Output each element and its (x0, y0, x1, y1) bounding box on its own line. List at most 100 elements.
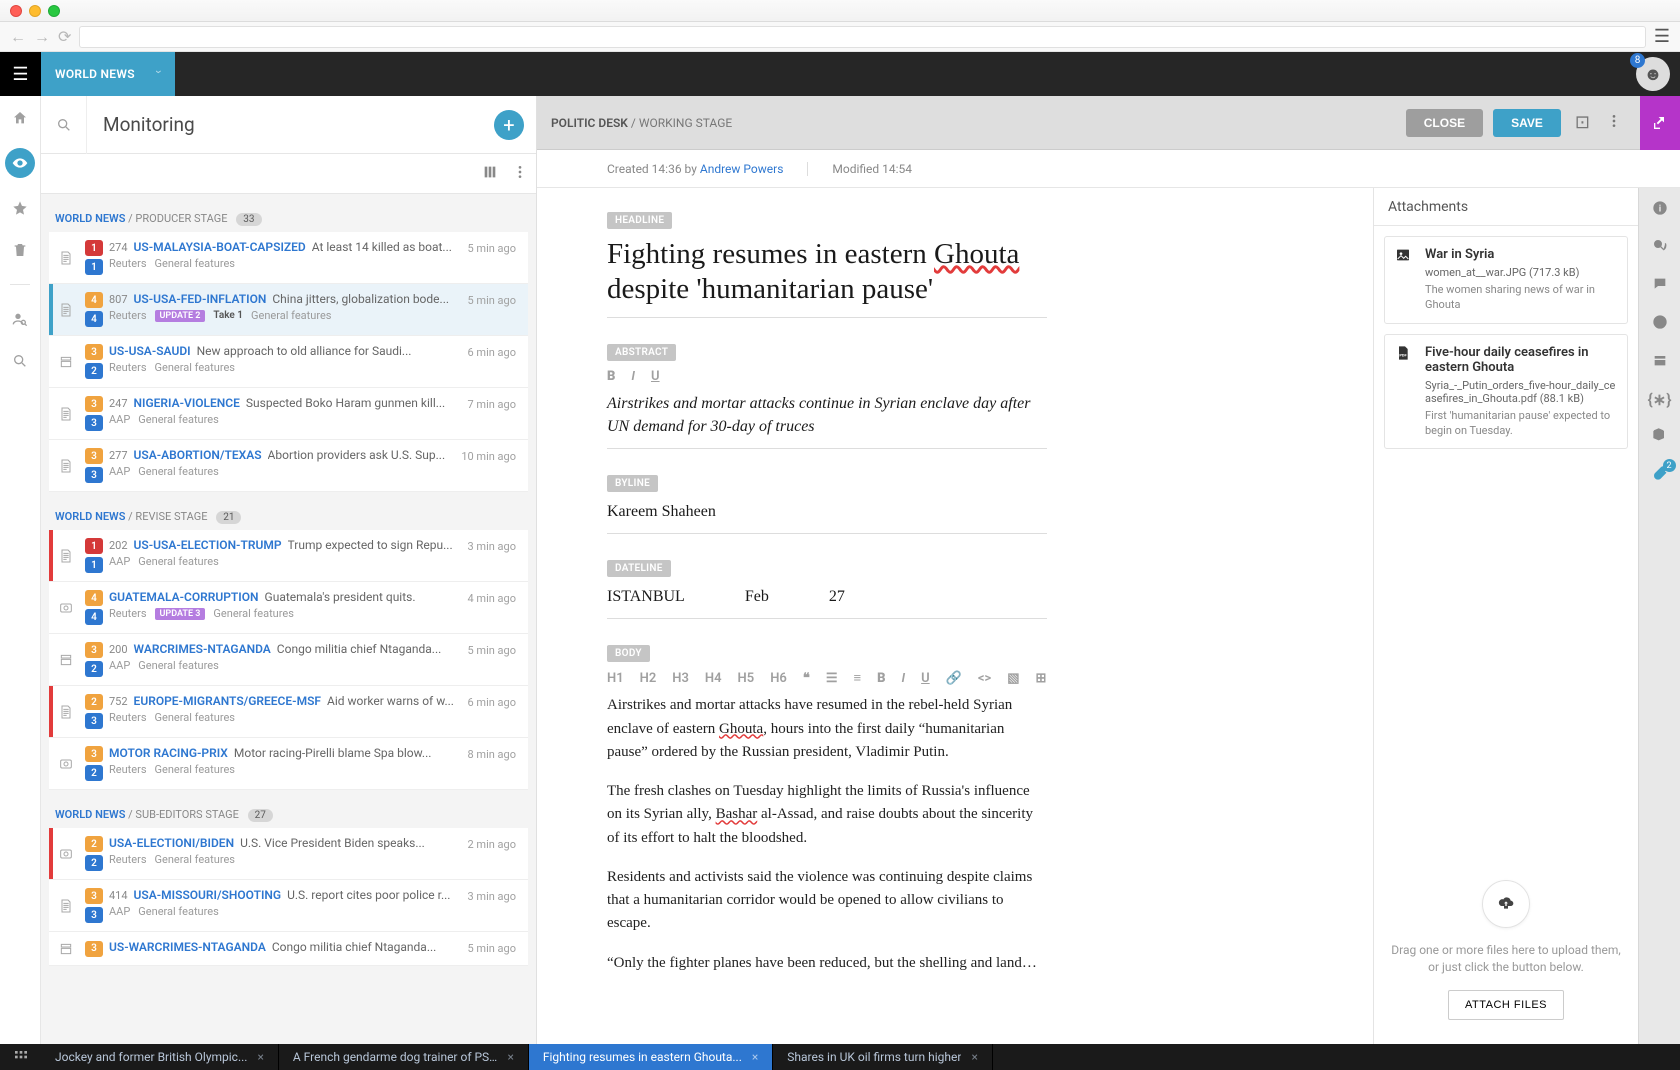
back-icon[interactable]: ← (10, 27, 26, 47)
workspace-tab[interactable]: Fighting resumes in eastern Ghouta...× (529, 1044, 773, 1070)
drop-message: Drag one or more files here to upload th… (1388, 942, 1624, 976)
item-type-icon (49, 686, 83, 737)
apps-icon[interactable] (0, 1044, 41, 1070)
link-icon[interactable]: 🔗 (946, 671, 962, 686)
macros-icon[interactable]: {∗} (1647, 390, 1671, 409)
underline2-icon[interactable]: U (921, 671, 930, 686)
editor-more-icon[interactable] (1602, 113, 1626, 133)
list-item[interactable]: 32 US-USA-SAUDINew approach to old allia… (49, 336, 528, 388)
close-window-icon[interactable] (10, 5, 22, 17)
list-item[interactable]: 22 USA-ELECTIONI/BIDENU.S. Vice Presiden… (49, 828, 528, 880)
attachment-filename: women_at__war.JPG (717.3 kB) (1425, 266, 1617, 279)
h6-icon[interactable]: H6 (770, 671, 787, 686)
save-button[interactable]: SAVE (1493, 109, 1561, 137)
monitoring-list[interactable]: WORLD NEWS / PRODUCER STAGE 33 11 274US-… (41, 194, 536, 1044)
user-avatar[interactable]: ☻ 8 (1636, 57, 1670, 91)
h4-icon[interactable]: H4 (705, 671, 722, 686)
find-replace-icon[interactable] (1652, 238, 1668, 258)
table-icon[interactable]: ⊞ (1036, 671, 1047, 686)
quote-icon[interactable]: ❝ (803, 671, 810, 686)
headline-input[interactable]: Fighting resumes in eastern Ghouta despi… (607, 237, 1047, 318)
h5-icon[interactable]: H5 (738, 671, 755, 686)
list-item[interactable]: 3 US-WARCRIMES-NTAGANDACongo militia chi… (49, 932, 528, 966)
italic2-icon[interactable]: I (901, 671, 905, 686)
h3-icon[interactable]: H3 (672, 671, 689, 686)
search-icon[interactable] (41, 96, 87, 154)
trash-icon[interactable] (8, 238, 32, 262)
headline-label: HEADLINE (607, 212, 672, 229)
reload-icon[interactable]: ⟳ (58, 27, 71, 46)
global-search-icon[interactable] (8, 349, 32, 373)
underline-icon[interactable]: U (651, 369, 660, 384)
list-item[interactable]: 33 414USA-MISSOURI/SHOOTINGU.S. report c… (49, 880, 528, 932)
close-tab-icon[interactable]: × (971, 1050, 977, 1064)
attach-files-button[interactable]: ATTACH FILES (1448, 990, 1564, 1020)
dateline-city[interactable]: ISTANBUL (607, 585, 685, 608)
user-search-icon[interactable] (8, 307, 32, 331)
home-icon[interactable] (8, 106, 32, 130)
list-item[interactable]: 32 200WARCRIMES-NTAGANDACongo militia ch… (49, 634, 528, 686)
dateline-day[interactable]: 27 (829, 585, 845, 608)
desk-selector[interactable]: WORLD NEWS (41, 52, 175, 96)
columns-icon[interactable] (482, 164, 498, 184)
close-tab-icon[interactable]: × (752, 1050, 758, 1064)
list-item[interactable]: 33 277USA-ABORTION/TEXASAbortion provide… (49, 440, 528, 492)
list-item[interactable]: 11 202US-USA-ELECTION-TRUMPTrump expecte… (49, 530, 528, 582)
forward-icon[interactable]: → (34, 27, 50, 47)
h2-icon[interactable]: H2 (640, 671, 657, 686)
package-icon[interactable] (1652, 352, 1668, 372)
list-item[interactable]: 11 274US-MALAYSIA-BOAT-CAPSIZEDAt least … (49, 232, 528, 284)
upload-cloud-icon[interactable] (1482, 880, 1530, 928)
attachments-count-badge: 2 (1663, 459, 1676, 472)
minimize-window-icon[interactable] (29, 5, 41, 17)
close-tab-icon[interactable]: × (507, 1050, 513, 1064)
italic-icon[interactable]: I (631, 369, 635, 384)
list-item[interactable]: 33 247NIGERIA-VIOLENCESuspected Boko Har… (49, 388, 528, 440)
workspace-tab[interactable]: Jockey and former British Olympic...× (41, 1044, 279, 1070)
maximize-window-icon[interactable] (48, 5, 60, 17)
item-time: 5 min ago (458, 932, 528, 965)
code-icon[interactable]: <> (978, 671, 991, 686)
dateline-month[interactable]: Feb (745, 585, 769, 608)
attachment-item[interactable]: PDF Five-hour daily ceasefires in easter… (1384, 334, 1628, 450)
send-button[interactable] (1640, 96, 1680, 150)
list-item[interactable]: 44 807US-USA-FED-INFLATIONChina jitters,… (49, 284, 528, 336)
workspace-tab[interactable]: Shares in UK oil firms turn higher× (773, 1044, 993, 1070)
close-tab-icon[interactable]: × (257, 1050, 263, 1064)
url-bar[interactable] (79, 26, 1645, 48)
monitoring-icon[interactable] (5, 148, 35, 178)
item-time: 5 min ago (458, 284, 528, 335)
image-icon[interactable]: ▧ (1007, 671, 1019, 686)
browser-menu-icon[interactable]: ☰ (1654, 26, 1670, 47)
list-item[interactable]: 23 752EUROPE-MIGRANTS/GREECE-MSFAid work… (49, 686, 528, 738)
add-button[interactable]: + (494, 110, 524, 140)
olist-icon[interactable]: ≡ (853, 670, 861, 686)
star-icon[interactable] (8, 196, 32, 220)
comments-icon[interactable] (1652, 276, 1668, 296)
ulist-icon[interactable]: ☰ (826, 671, 838, 686)
history-icon[interactable] (1652, 314, 1668, 334)
body-input[interactable]: Airstrikes and mortar attacks have resum… (607, 694, 1373, 975)
bold2-icon[interactable]: B (877, 671, 885, 686)
close-button[interactable]: CLOSE (1406, 109, 1483, 137)
attachments-icon[interactable]: 2 (1652, 465, 1668, 485)
created-meta: Created 14:36 by Andrew Powers (607, 162, 783, 176)
item-time: 3 min ago (458, 530, 528, 581)
item-type-icon (49, 828, 83, 879)
item-type-icon (49, 932, 83, 965)
abstract-input[interactable]: Airstrikes and mortar attacks continue i… (607, 392, 1047, 449)
stage-header: WORLD NEWS / REVISE STAGE 21 (41, 492, 536, 530)
info-icon[interactable]: i (1652, 200, 1668, 220)
app-menu-icon[interactable]: ☰ (0, 52, 41, 96)
workspace-tab[interactable]: A French gendarme dog trainer of PSIG× (279, 1044, 529, 1070)
item-type-icon (49, 582, 83, 633)
preview-icon[interactable]: ⊡ (1571, 112, 1592, 133)
list-item[interactable]: 32 MOTOR RACING-PRIXMotor racing-Pirelli… (49, 738, 528, 790)
bold-icon[interactable]: B (607, 369, 615, 384)
byline-input[interactable]: Kareem Shaheen (607, 500, 1047, 534)
list-item[interactable]: 44 GUATEMALA-CORRUPTIONGuatemala's presi… (49, 582, 528, 634)
attachment-item[interactable]: War in Syria women_at__war.JPG (717.3 kB… (1384, 236, 1628, 324)
tags-icon[interactable] (1652, 427, 1668, 447)
more-icon[interactable] (512, 164, 528, 184)
h1-icon[interactable]: H1 (607, 671, 624, 686)
